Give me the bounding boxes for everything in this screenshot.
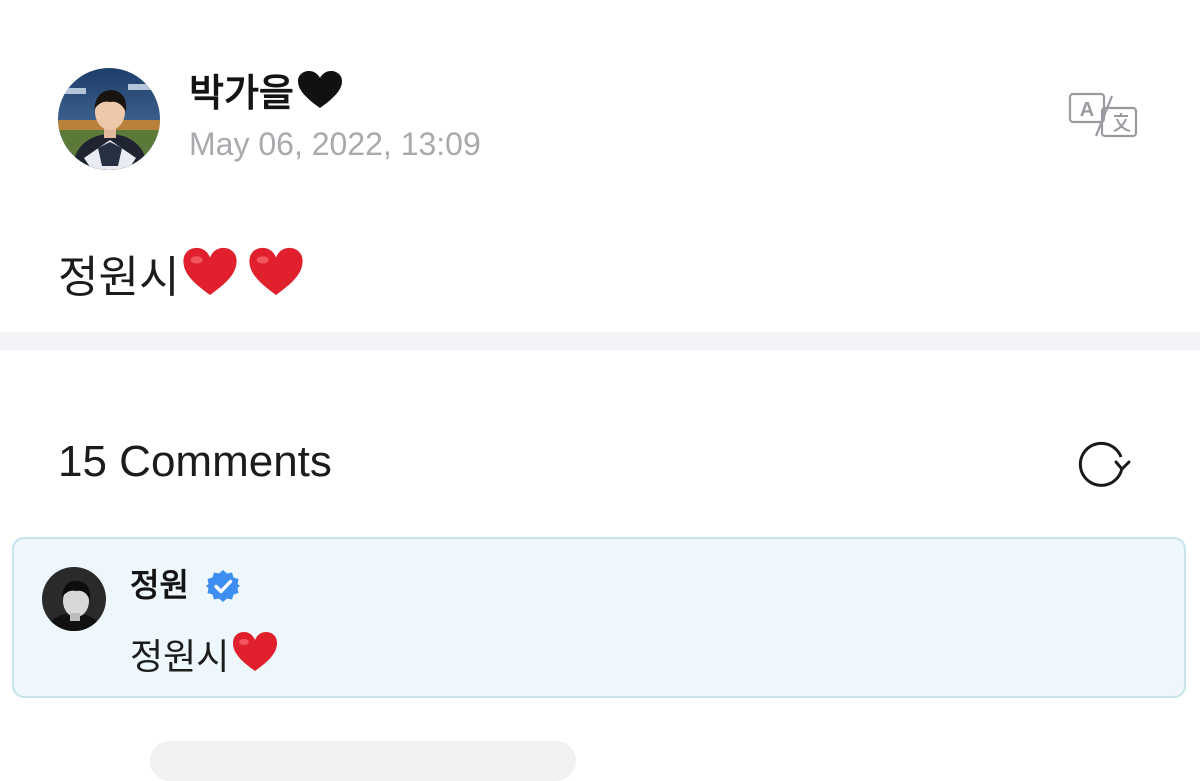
refresh-comments-button[interactable]	[1074, 434, 1132, 492]
post-header: 박가을🖤 May 06, 2022, 13:09 A	[58, 68, 1148, 172]
author-name-text: 박가을	[189, 73, 294, 115]
post-timestamp: May 06, 2022, 13:09	[189, 126, 481, 162]
red-heart-icon	[249, 247, 304, 295]
translate-button[interactable]: A	[1068, 92, 1140, 140]
comment-text: 정원시	[130, 631, 279, 680]
verified-badge-icon	[206, 570, 240, 602]
red-heart-icon	[233, 632, 278, 671]
next-comment-preview	[150, 741, 576, 781]
svg-text:A: A	[1080, 99, 1094, 121]
comment-text-content: 정원시	[130, 636, 230, 677]
post-author-name[interactable]: 박가을🖤	[189, 70, 344, 117]
refresh-icon	[1078, 441, 1131, 487]
post-body-text: 정원시	[58, 253, 180, 302]
red-heart-icon	[183, 247, 238, 295]
translate-icon: A	[1068, 92, 1138, 138]
commenter-avatar[interactable]	[42, 567, 106, 631]
post-body: 정원시	[58, 246, 305, 308]
black-heart-icon	[297, 71, 342, 108]
comment-author-name[interactable]: 정원	[130, 565, 189, 605]
section-divider	[0, 332, 1200, 350]
author-avatar[interactable]	[58, 68, 160, 170]
comment-item[interactable]: 정원 정원시	[12, 537, 1186, 698]
comments-count-title: 15 Comments	[58, 437, 332, 486]
